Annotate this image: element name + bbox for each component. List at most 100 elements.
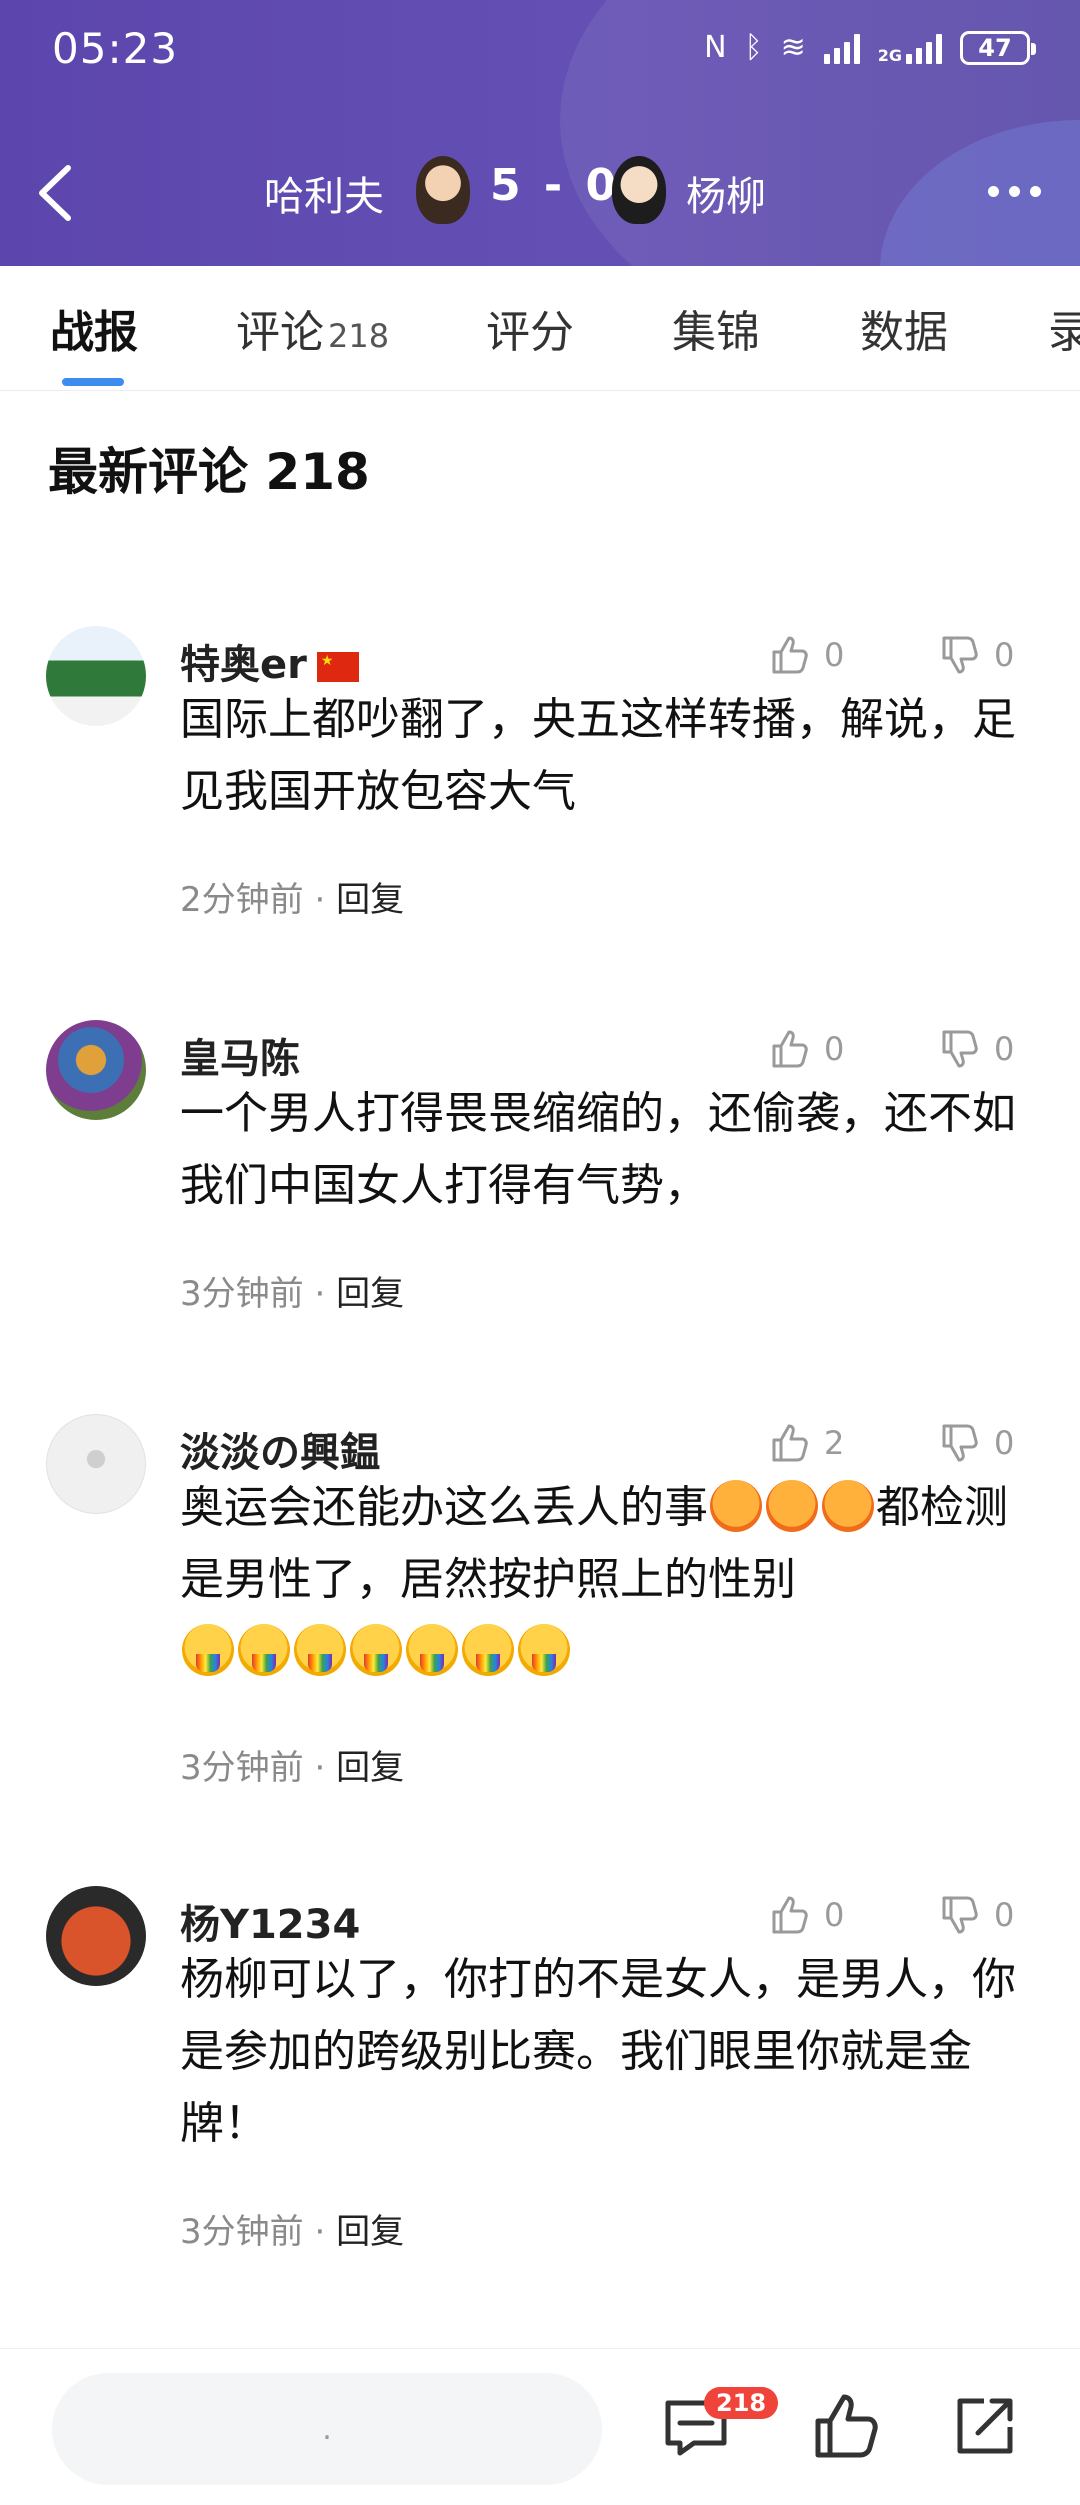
- comment-time: 3分钟前: [180, 2212, 304, 2252]
- battery-level: 47: [978, 33, 1012, 62]
- score-row: 哈利夫 5 - 0 杨柳: [0, 150, 1080, 234]
- status-icons: N ᛒ ≋ 2G 47: [704, 30, 1036, 65]
- rainbow-puke-emoji-icon: [350, 1624, 402, 1676]
- reply-button[interactable]: 回复: [336, 880, 404, 920]
- comment-meta: 3分钟前 · 回复: [180, 2212, 405, 2252]
- comment-meta: 3分钟前 · 回复: [180, 1274, 405, 1314]
- thumbs-down-icon: [942, 1030, 978, 1068]
- more-dot-icon: [1030, 186, 1041, 197]
- team-b-name[interactable]: 杨柳: [686, 164, 766, 222]
- comment-input[interactable]: .: [52, 2373, 602, 2485]
- username-text: 特奥er: [180, 642, 307, 688]
- comment-username[interactable]: 杨Y1234: [180, 1892, 360, 1950]
- comment-count-badge: 218: [704, 2387, 779, 2419]
- signal-2g-icon: 2G: [878, 32, 942, 64]
- tab-ratings[interactable]: 评分: [486, 296, 574, 360]
- comment-meta: 2分钟前 · 回复: [180, 880, 405, 920]
- network-type: 2G: [877, 45, 902, 65]
- dislike-button[interactable]: 0: [940, 634, 1014, 676]
- thumbs-down-icon: [942, 636, 978, 674]
- more-dot-icon: [1009, 186, 1020, 197]
- rainbow-puke-emoji-icon: [238, 1624, 290, 1676]
- dislike-button[interactable]: 0: [940, 1422, 1014, 1464]
- share-button[interactable]: [948, 2391, 1020, 2463]
- comment-text: 国际上都吵翻了，央五这样转播，解说，足见我国开放包容大气: [180, 694, 1016, 817]
- more-options-button[interactable]: [988, 186, 1041, 197]
- bluetooth-icon: ᛒ: [744, 30, 763, 65]
- red-card-emoji-icon: [766, 1480, 818, 1532]
- tab-comments-count: 218: [328, 317, 390, 355]
- reply-button[interactable]: 回复: [336, 2212, 404, 2252]
- rainbow-puke-emoji-icon: [182, 1624, 234, 1676]
- comment-username[interactable]: 皇马陈: [180, 1026, 300, 1084]
- comment-text: 杨柳可以了，你打的不是女人，是男人，你是参加的跨级别比赛。我们眼里你就是金牌！: [180, 1954, 1016, 2149]
- status-bar: 05:23 N ᛒ ≋ 2G 47: [0, 0, 1080, 100]
- avatar[interactable]: [46, 626, 146, 726]
- rainbow-puke-emoji-icon: [406, 1624, 458, 1676]
- team-a-avatar[interactable]: [416, 156, 470, 224]
- dislike-count: 0: [994, 1896, 1015, 1934]
- more-dot-icon: [988, 186, 999, 197]
- like-count: 0: [824, 1030, 845, 1068]
- match-header: 05:23 N ᛒ ≋ 2G 47 哈利夫 5 - 0 杨柳: [0, 0, 1080, 266]
- comment-text-part1: 奥运会还能办这么丢人的事: [180, 1482, 708, 1533]
- tab-comments-label: 评论: [236, 307, 324, 358]
- match-score: 5 - 0: [490, 160, 621, 211]
- avatar[interactable]: [46, 1886, 146, 1986]
- reply-button[interactable]: 回复: [336, 1748, 404, 1788]
- like-button[interactable]: 0: [770, 1028, 844, 1070]
- tab-comments[interactable]: 评论 218: [236, 296, 389, 360]
- dislike-button[interactable]: 0: [940, 1894, 1014, 1936]
- thumbs-up-icon: [772, 636, 808, 674]
- tab-report[interactable]: 战报: [50, 296, 138, 360]
- thumbs-down-icon: [942, 1424, 978, 1462]
- reply-button[interactable]: 回复: [336, 1274, 404, 1314]
- tab-active-indicator: [62, 378, 124, 386]
- like-button[interactable]: 0: [770, 634, 844, 676]
- angry-emoji-icon: [822, 1480, 874, 1532]
- angry-emoji-icon: [710, 1480, 762, 1532]
- battery-icon: 47: [960, 30, 1036, 65]
- signal-icon: [823, 32, 860, 64]
- thumbs-up-icon: [815, 2394, 878, 2458]
- tab-bar: 战报 评论 218 评分 集锦 数据 录: [0, 266, 1080, 391]
- thumbs-up-icon: [772, 1896, 808, 1934]
- like-count: 2: [824, 1424, 845, 1462]
- wifi-icon: ≋: [780, 30, 806, 65]
- avatar[interactable]: [46, 1414, 146, 1514]
- rainbow-puke-emoji-icon: [518, 1624, 570, 1676]
- tab-highlights[interactable]: 集锦: [672, 296, 760, 360]
- comment-text: 奥运会还能办这么丢人的事 都检测是男性了，居然按护照上的性别: [180, 1472, 1040, 1688]
- cn-flag-icon: [316, 652, 359, 682]
- rainbow-puke-emoji-icon: [294, 1624, 346, 1676]
- thumbs-up-icon: [772, 1030, 808, 1068]
- dislike-count: 0: [994, 636, 1015, 674]
- tab-stats[interactable]: 数据: [860, 296, 948, 360]
- status-time: 05:23: [52, 24, 179, 73]
- team-b-avatar[interactable]: [612, 156, 666, 224]
- like-count: 0: [824, 1896, 845, 1934]
- nfc-icon: N: [704, 30, 727, 65]
- thumbs-up-icon: [772, 1424, 808, 1462]
- comment-input-hint: .: [322, 2411, 332, 2447]
- bottom-action-bar: . 218: [0, 2348, 1080, 2505]
- comment-meta: 3分钟前 · 回复: [180, 1748, 405, 1788]
- comment-text: 一个男人打得畏畏缩缩的，还偷袭，还不如我们中国女人打得有气势，: [180, 1088, 1016, 1211]
- comment-time: 2分钟前: [180, 880, 304, 920]
- dislike-count: 0: [994, 1424, 1015, 1462]
- like-article-button[interactable]: [812, 2391, 884, 2463]
- comment-time: 3分钟前: [180, 1274, 304, 1314]
- comment-username[interactable]: 特奥er: [180, 632, 359, 690]
- comment-time: 3分钟前: [180, 1748, 304, 1788]
- avatar[interactable]: [46, 1020, 146, 1120]
- rainbow-puke-emoji-icon: [462, 1624, 514, 1676]
- like-button[interactable]: 0: [770, 1894, 844, 1936]
- comment-username[interactable]: 淡淡の興鎾: [180, 1420, 380, 1478]
- like-count: 0: [824, 636, 845, 674]
- like-button[interactable]: 2: [770, 1422, 844, 1464]
- latest-comments-title: 最新评论 218: [48, 443, 370, 501]
- dislike-button[interactable]: 0: [940, 1028, 1014, 1070]
- team-a-name[interactable]: 哈利夫: [264, 164, 384, 222]
- thumbs-down-icon: [942, 1896, 978, 1934]
- tab-record[interactable]: 录: [1048, 296, 1080, 360]
